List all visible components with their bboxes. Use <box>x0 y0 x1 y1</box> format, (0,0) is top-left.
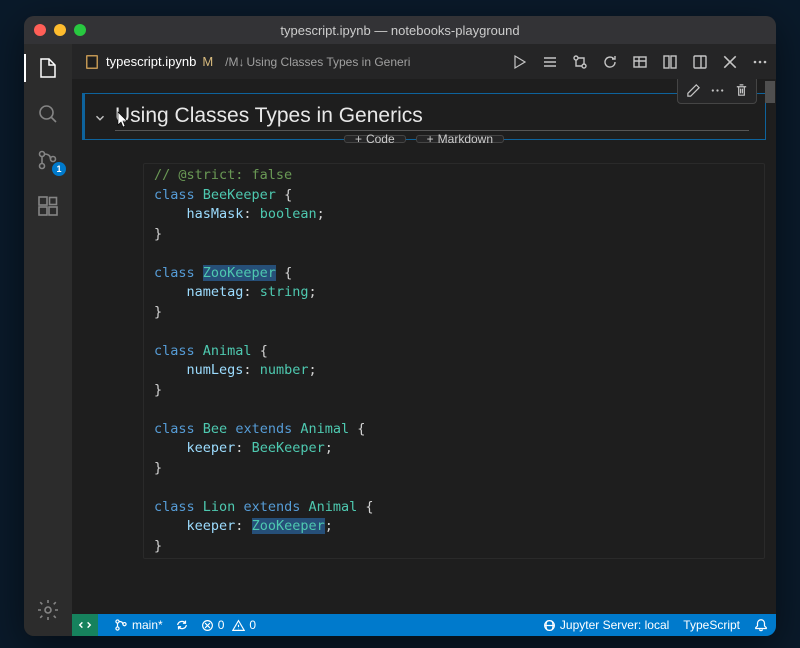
sync-status[interactable] <box>175 618 189 632</box>
settings-gear-icon[interactable] <box>34 596 62 624</box>
breadcrumb[interactable]: /M↓ Using Classes Types in Generi <box>225 55 410 69</box>
branch-name: main* <box>132 618 163 632</box>
delete-cell-icon[interactable] <box>730 80 752 100</box>
notifications-icon[interactable] <box>754 618 768 632</box>
clear-output-icon[interactable] <box>662 54 678 70</box>
jupyter-server-status[interactable]: Jupyter Server: local <box>543 618 669 632</box>
vscode-window: typescript.ipynb — notebooks-playground … <box>24 16 776 636</box>
variables-icon[interactable] <box>632 54 648 70</box>
window-title: typescript.ipynb — notebooks-playground <box>24 23 776 38</box>
outline-icon[interactable] <box>542 54 558 70</box>
editor-group: typescript.ipynb M /M↓ Using Classes Typ… <box>72 44 776 636</box>
warning-count: 0 <box>249 618 256 632</box>
add-markdown-cell-button[interactable]: + Markdown <box>416 135 504 143</box>
plus-icon: + <box>355 132 362 146</box>
notebook-file-icon <box>84 54 100 70</box>
maximize-window-button[interactable] <box>74 24 86 36</box>
tab-bar: typescript.ipynb M /M↓ Using Classes Typ… <box>72 44 776 79</box>
diff-icon[interactable] <box>572 54 588 70</box>
close-icon[interactable] <box>722 54 738 70</box>
explorer-icon[interactable] <box>34 54 62 82</box>
kernel-status[interactable]: TypeScript <box>683 618 740 632</box>
tab-filename: typescript.ipynb <box>106 54 196 69</box>
minimize-window-button[interactable] <box>54 24 66 36</box>
scrollbar[interactable] <box>765 81 775 614</box>
status-bar: main* 0 0 Jupyter Server: local <box>72 614 776 636</box>
add-code-cell-button[interactable]: + Code <box>344 135 406 143</box>
more-icon[interactable] <box>752 54 768 70</box>
tab-modified-marker: M <box>202 54 213 69</box>
cursor-icon <box>115 111 131 129</box>
run-all-icon[interactable] <box>512 54 528 70</box>
activity-bar: 1 <box>24 44 72 636</box>
breadcrumb-prefix: /M↓ <box>225 55 244 69</box>
titlebar[interactable]: typescript.ipynb — notebooks-playground <box>24 16 776 44</box>
code-editor[interactable]: // @strict: false class BeeKeeper { hasM… <box>143 163 765 559</box>
edit-cell-icon[interactable] <box>682 80 704 100</box>
add-markdown-label: Markdown <box>438 132 493 146</box>
error-count: 0 <box>218 618 225 632</box>
extensions-icon[interactable] <box>34 192 62 220</box>
search-icon[interactable] <box>34 100 62 128</box>
restart-icon[interactable] <box>602 54 618 70</box>
plus-icon: + <box>427 132 434 146</box>
source-control-icon[interactable]: 1 <box>34 146 62 174</box>
markdown-heading: Using Classes Types in Generics <box>115 104 749 131</box>
kernel-name: TypeScript <box>683 618 740 632</box>
window-body: 1 typescript.ipynb M /M↓ Us <box>24 44 776 636</box>
close-window-button[interactable] <box>34 24 46 36</box>
cell-toolbar <box>677 79 757 104</box>
scm-badge: 1 <box>52 162 66 176</box>
notebook-editor[interactable]: Using Classes Types in Generics + Code +… <box>72 79 776 614</box>
scrollbar-thumb[interactable] <box>765 81 775 103</box>
server-label: Jupyter Server: local <box>560 618 669 632</box>
code-cell[interactable]: // @strict: false class BeeKeeper { hasM… <box>82 160 766 562</box>
breadcrumb-text: Using Classes Types in Generi <box>247 55 411 69</box>
layout-icon[interactable] <box>692 54 708 70</box>
markdown-heading-row: Using Classes Types in Generics <box>83 94 765 139</box>
cell-more-icon[interactable] <box>706 80 728 100</box>
editor-tab[interactable]: typescript.ipynb M <box>80 54 217 70</box>
remote-indicator[interactable] <box>72 614 98 636</box>
add-code-label: Code <box>366 132 395 146</box>
markdown-cell[interactable]: Using Classes Types in Generics + Code +… <box>82 93 766 140</box>
problems-status[interactable]: 0 0 <box>201 618 256 632</box>
branch-status[interactable]: main* <box>114 618 163 632</box>
traffic-lights <box>34 24 86 36</box>
tab-actions <box>512 54 768 70</box>
collapse-chevron-icon[interactable] <box>93 111 107 125</box>
